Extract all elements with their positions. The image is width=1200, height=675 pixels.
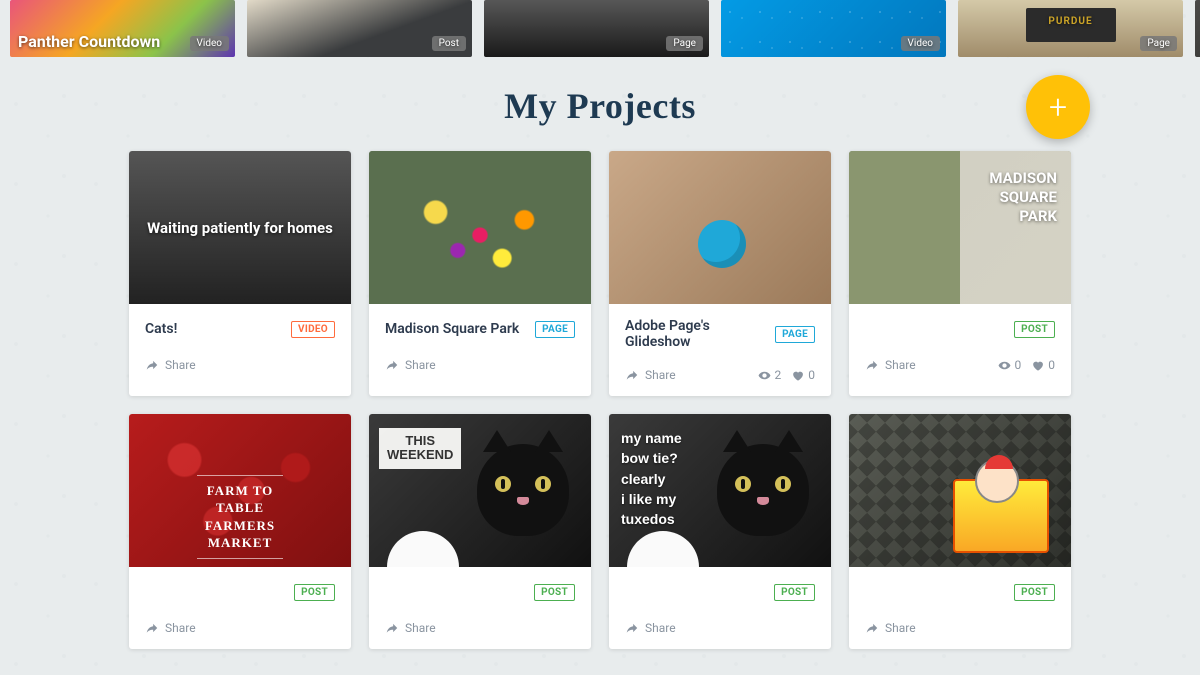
project-footer: Share xyxy=(129,350,351,386)
thumb-overlay-text: my namebow tie?clearlyi like mytuxedos xyxy=(621,428,682,529)
thumb-overlay-text: THISWEEKEND xyxy=(379,428,461,469)
project-card[interactable]: my namebow tie?clearlyi like mytuxedos PO… xyxy=(609,414,831,649)
project-thumbnail[interactable] xyxy=(609,151,831,304)
project-footer: Share 00 xyxy=(849,350,1071,386)
featured-strip: Panther Countdown Video Post Page Video P… xyxy=(0,0,1200,57)
project-type-badge: VIDEO xyxy=(291,321,335,338)
project-footer: Share xyxy=(129,613,351,649)
share-button[interactable]: Share xyxy=(625,621,676,635)
project-footer: Share xyxy=(369,613,591,649)
add-project-button[interactable]: + xyxy=(1026,75,1090,139)
project-type-badge: PAGE xyxy=(775,326,815,343)
clown-illustration xyxy=(975,459,1019,503)
likes-stat: 0 xyxy=(1031,358,1055,372)
project-title: Adobe Page's Glideshow xyxy=(625,318,775,350)
thumb-overlay-text: MADISONSQUAREPARK xyxy=(989,169,1057,225)
project-thumbnail[interactable]: THISWEEKEND xyxy=(369,414,591,567)
project-footer: Share xyxy=(369,350,591,386)
project-meta: Cats! VIDEO xyxy=(129,304,351,350)
share-label: Share xyxy=(885,358,916,372)
share-label: Share xyxy=(405,358,436,372)
views-stat: 2 xyxy=(758,368,782,382)
project-card[interactable]: Madison Square Park PAGE Share xyxy=(369,151,591,396)
project-type-badge: POST xyxy=(1014,321,1055,338)
project-thumbnail[interactable] xyxy=(849,414,1071,567)
likes-stat: 0 xyxy=(791,368,815,382)
projects-grid: Waiting patiently for homes Cats! VIDEO Sha… xyxy=(0,151,1200,649)
project-type-badge: PAGE xyxy=(535,321,575,338)
project-stats: 00 xyxy=(998,358,1056,372)
featured-card[interactable]: Video xyxy=(721,0,946,57)
share-label: Share xyxy=(885,621,916,635)
project-meta: POST xyxy=(369,567,591,613)
featured-badge: Video xyxy=(901,36,940,51)
project-thumbnail[interactable]: FARM TOTABLEFARMERSMARKET xyxy=(129,414,351,567)
project-thumbnail[interactable]: Waiting patiently for homes xyxy=(129,151,351,304)
featured-badge: Page xyxy=(666,36,703,51)
share-label: Share xyxy=(405,621,436,635)
project-card[interactable]: FARM TOTABLEFARMERSMARKET POST Share xyxy=(129,414,351,649)
featured-label: Panther Countdown xyxy=(18,32,160,51)
share-button[interactable]: Share xyxy=(385,621,436,635)
project-type-badge: POST xyxy=(774,584,815,601)
project-title: Cats! xyxy=(145,321,177,337)
brand-label: PURDUE xyxy=(1048,16,1092,27)
featured-card[interactable]: Page xyxy=(484,0,709,57)
share-label: Share xyxy=(165,358,196,372)
featured-badge: Video xyxy=(190,36,229,51)
project-title: Madison Square Park xyxy=(385,321,519,337)
featured-card[interactable]: PURDUE Page xyxy=(958,0,1183,57)
page-header: My Projects + xyxy=(0,57,1200,151)
project-card[interactable]: POST Share xyxy=(849,414,1071,649)
share-button[interactable]: Share xyxy=(145,621,196,635)
thumb-overlay-text: Waiting patiently for homes xyxy=(147,219,333,237)
project-meta: POST xyxy=(609,567,831,613)
project-type-badge: POST xyxy=(1014,584,1055,601)
plus-icon: + xyxy=(1049,88,1067,126)
cat-illustration xyxy=(477,444,569,536)
views-stat: 0 xyxy=(998,358,1022,372)
share-label: Share xyxy=(645,621,676,635)
project-type-badge: POST xyxy=(534,584,575,601)
share-label: Share xyxy=(165,621,196,635)
project-card[interactable]: MADISONSQUAREPARK POST Share 00 xyxy=(849,151,1071,396)
project-meta: POST xyxy=(849,304,1071,350)
page-title: My Projects xyxy=(504,85,696,127)
project-meta: Adobe Page's GlideshowPAGE xyxy=(609,304,831,360)
project-footer: Share xyxy=(849,613,1071,649)
cat-illustration xyxy=(717,444,809,536)
share-button[interactable]: Share xyxy=(625,368,676,382)
share-button[interactable]: Share xyxy=(865,621,916,635)
featured-card[interactable]: Post xyxy=(1195,0,1200,57)
share-button[interactable]: Share xyxy=(865,358,916,372)
share-button[interactable]: Share xyxy=(145,358,196,372)
project-footer: Share xyxy=(609,613,831,649)
share-button[interactable]: Share xyxy=(385,358,436,372)
project-card[interactable]: THISWEEKEND POST Share xyxy=(369,414,591,649)
project-footer: Share 20 xyxy=(609,360,831,396)
project-meta: Madison Square Park PAGE xyxy=(369,304,591,350)
project-meta: POST xyxy=(849,567,1071,613)
project-stats: 20 xyxy=(758,368,816,382)
featured-badge: Page xyxy=(1140,36,1177,51)
project-thumbnail[interactable] xyxy=(369,151,591,304)
featured-card[interactable]: Panther Countdown Video xyxy=(10,0,235,57)
project-thumbnail[interactable]: MADISONSQUAREPARK xyxy=(849,151,1071,304)
thumb-overlay-text: FARM TOTABLEFARMERSMARKET xyxy=(197,475,283,559)
project-thumbnail[interactable]: my namebow tie?clearlyi like mytuxedos xyxy=(609,414,831,567)
share-label: Share xyxy=(645,368,676,382)
featured-badge: Post xyxy=(432,36,466,51)
project-meta: POST xyxy=(129,567,351,613)
project-card[interactable]: Adobe Page's GlideshowPAGE Share 20 xyxy=(609,151,831,396)
project-type-badge: POST xyxy=(294,584,335,601)
project-card[interactable]: Waiting patiently for homes Cats! VIDEO Sha… xyxy=(129,151,351,396)
featured-card[interactable]: Post xyxy=(247,0,472,57)
